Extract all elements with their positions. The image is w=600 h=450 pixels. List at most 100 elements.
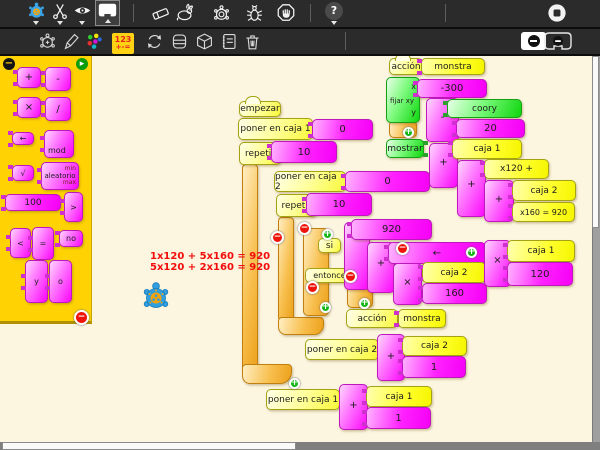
expand-icon[interactable]	[322, 229, 333, 240]
palette-block-mod[interactable]: mod	[44, 130, 74, 158]
block-caja-2-value[interactable]: caja 2	[402, 336, 467, 356]
collapse-icon[interactable]	[396, 242, 409, 255]
colors-palette-button[interactable]	[81, 29, 107, 53]
value-1[interactable]: 1	[402, 356, 466, 378]
value-minus300[interactable]: -300	[417, 79, 487, 98]
stop-hand-icon	[276, 3, 296, 23]
numbers-palette-button[interactable]: 123 +-=	[110, 31, 136, 55]
expand-icon[interactable]	[466, 247, 477, 258]
run-fast-button[interactable]	[172, 0, 198, 26]
palette-next-icon[interactable]	[76, 58, 88, 70]
string-x160[interactable]: x160 = 920	[512, 202, 575, 222]
turtle-sprite-icon	[142, 280, 170, 312]
string-x120[interactable]: x120 +	[484, 159, 549, 179]
extras-palette-button[interactable]	[191, 29, 217, 53]
block-caja-1-value[interactable]: caja 1	[507, 240, 575, 262]
palette-block-not[interactable]: no	[59, 230, 83, 247]
block-caja-1-value[interactable]: caja 1	[452, 139, 522, 159]
expand-icon[interactable]	[320, 302, 331, 313]
expand-icon[interactable]	[403, 127, 414, 138]
value-920[interactable]: 920	[351, 219, 432, 240]
expand-icon[interactable]	[289, 378, 300, 389]
trash-icon	[243, 32, 262, 51]
value-160[interactable]: 160	[422, 283, 487, 304]
value-0[interactable]: 0	[312, 119, 373, 140]
palette-block-minus[interactable]: -	[45, 67, 71, 91]
block-caja-2-value[interactable]: caja 2	[512, 180, 576, 201]
toolbar-separator	[133, 4, 134, 22]
trash-button[interactable]	[239, 29, 265, 53]
help-icon: ?	[325, 2, 343, 20]
collapse-icon[interactable]	[271, 231, 284, 244]
block-caja-2-value[interactable]: caja 2	[422, 262, 486, 283]
collapse-icon[interactable]	[344, 270, 357, 283]
collapse-icon[interactable]	[306, 281, 319, 294]
stop-activity-button[interactable]	[544, 0, 570, 26]
palette-shrink-icon[interactable]	[74, 310, 89, 325]
palette-block-plus[interactable]: +	[17, 67, 41, 88]
erase-button[interactable]	[147, 0, 173, 26]
block-plus[interactable]: +	[457, 160, 486, 217]
output-text-line1: 1x120 + 5x160 = 920	[150, 251, 270, 262]
horizontal-scrollbar-thumb[interactable]	[2, 442, 296, 450]
stop-turtle-button[interactable]	[273, 0, 299, 26]
palette-block-random[interactable]: aleatorio min max	[41, 162, 79, 190]
block-poner-en-caja-2[interactable]: poner en caja 2	[305, 339, 379, 360]
flow-palette-button[interactable]	[141, 29, 167, 53]
palette-block-less[interactable]: <	[10, 228, 31, 258]
block-poner-en-caja-1[interactable]: poner en caja 1	[238, 118, 313, 140]
view-button[interactable]	[69, 0, 95, 26]
canvas[interactable]: + - × / ← mod √ aleatorio min max 100 > …	[0, 56, 600, 450]
block-poner-en-caja-1[interactable]: poner en caja 1	[266, 389, 340, 410]
eye-icon	[73, 1, 92, 20]
random-max-label: max	[63, 180, 76, 186]
block-mostrar[interactable]: mostrar	[386, 139, 424, 158]
toolbar-separator	[310, 4, 311, 22]
palette-block-or[interactable]: o	[49, 260, 72, 303]
run-slow-button[interactable]	[208, 0, 234, 26]
activity-button[interactable]	[23, 0, 49, 26]
repeat-foot-outer[interactable]	[242, 364, 292, 384]
expand-icon[interactable]	[359, 298, 370, 309]
palette-block-and[interactable]: y	[25, 260, 48, 303]
palette-block-equal[interactable]: =	[32, 227, 54, 260]
chevron-down-icon	[331, 21, 337, 25]
chevron-down-icon	[33, 21, 39, 25]
palette-block-sqrt[interactable]: √	[12, 165, 34, 181]
palette-block-number[interactable]: 100	[5, 194, 61, 211]
palette-block-times[interactable]: ×	[17, 97, 41, 118]
turtle-sprite[interactable]	[142, 280, 170, 312]
palette-block-divide[interactable]: /	[45, 97, 71, 121]
show-palette-button[interactable]	[95, 0, 120, 26]
value-10[interactable]: 10	[271, 141, 337, 163]
repeat-foot-inner[interactable]	[278, 317, 324, 335]
value-0[interactable]: 0	[345, 171, 430, 192]
numbers-palette-icon: 123 +-=	[112, 33, 134, 54]
block-caja-1-value[interactable]: caja 1	[366, 386, 432, 407]
value-10[interactable]: 10	[306, 193, 372, 216]
block-coory[interactable]: coory	[447, 99, 522, 118]
block-accion-call[interactable]: acción	[346, 309, 398, 328]
block-monstra-name[interactable]: monstra	[398, 309, 446, 328]
bug-icon	[245, 4, 264, 23]
value-1[interactable]: 1	[366, 407, 431, 429]
help-button[interactable]: ?	[321, 0, 347, 26]
debug-button[interactable]	[241, 0, 267, 26]
hide-palette-button[interactable]	[521, 32, 546, 50]
block-poner-en-caja-2[interactable]: poner en caja 2	[274, 171, 346, 192]
blocks-palette-button[interactable]	[166, 29, 192, 53]
portfolio-palette-button[interactable]	[215, 29, 241, 53]
value-20[interactable]: 20	[456, 119, 525, 138]
block-monstra-name[interactable]: monstra	[421, 58, 485, 75]
palette-hide-icon[interactable]	[3, 58, 15, 70]
palette-block-greater[interactable]: >	[64, 192, 83, 222]
hide-blocks-button[interactable]	[544, 31, 572, 51]
cube-icon	[195, 32, 214, 51]
collapse-icon[interactable]	[298, 222, 311, 235]
palette-block-store-arrow[interactable]: ←	[12, 132, 34, 145]
block-si-label[interactable]: si	[318, 238, 341, 253]
vertical-scrollbar-thumb[interactable]	[592, 56, 599, 228]
value-120[interactable]: 120	[507, 262, 573, 286]
block-empezar[interactable]: empezar	[239, 101, 281, 117]
turtle-palette-button[interactable]	[34, 29, 60, 53]
